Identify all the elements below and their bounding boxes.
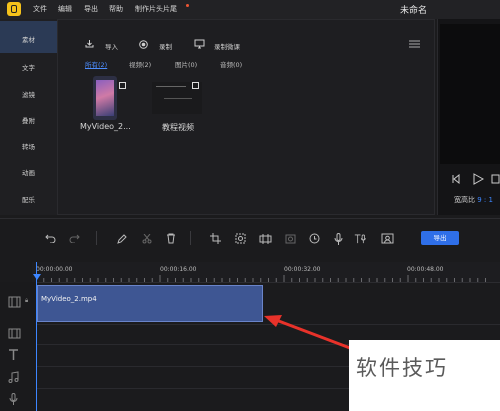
notification-dot <box>186 4 189 7</box>
duration-clock-icon[interactable] <box>308 232 321 245</box>
sidebar-item-overlays[interactable]: 叠附 <box>0 115 57 125</box>
menu-file[interactable]: 文件 <box>33 4 47 14</box>
time-tick-0: 00:00:00.00 <box>36 266 73 273</box>
select-checkbox-icon[interactable] <box>192 82 199 89</box>
media-name-tutorial: 教程视频 <box>162 123 194 132</box>
pen-edit-icon[interactable] <box>115 232 128 245</box>
export-button[interactable]: 导出 <box>421 231 459 245</box>
list-view-icon[interactable] <box>409 40 420 50</box>
video-clip[interactable] <box>37 285 263 322</box>
import-icon[interactable] <box>85 40 94 50</box>
app-logo <box>7 2 21 16</box>
music-track-icon <box>8 371 19 385</box>
time-tick-3: 00:00:48.00 <box>407 266 444 273</box>
filter-image[interactable]: 图片(0) <box>175 59 197 69</box>
time-tick-1: 00:00:16.00 <box>160 266 197 273</box>
crop-icon[interactable] <box>209 232 222 245</box>
trash-icon[interactable] <box>164 232 177 245</box>
zoom-frame-icon[interactable] <box>234 232 247 245</box>
record-icon[interactable] <box>139 40 148 51</box>
record-button[interactable]: 录制 <box>159 41 172 51</box>
stop-icon[interactable] <box>491 174 500 186</box>
overlay-track-icon <box>8 328 21 341</box>
menu-intro-outro[interactable]: 制作片头片尾 <box>135 4 177 14</box>
playhead-handle[interactable] <box>33 274 41 280</box>
play-icon[interactable] <box>473 173 485 187</box>
menu-help[interactable]: 帮助 <box>109 4 123 14</box>
mosaic-icon[interactable] <box>259 232 272 245</box>
ruler-ticks <box>36 275 486 282</box>
track-lock-icon[interactable]: 🔒︎ <box>25 297 28 305</box>
aspect-ratio-value[interactable]: 9 : 1 <box>477 196 493 204</box>
text-track-icon <box>8 349 19 362</box>
sidebar-item-media[interactable]: 素材 <box>0 34 57 44</box>
prev-frame-icon[interactable] <box>452 173 462 186</box>
import-button[interactable]: 导入 <box>105 41 118 51</box>
picture-in-picture-icon[interactable] <box>381 232 394 245</box>
voiceover-track-icon <box>9 393 18 407</box>
scissors-icon[interactable] <box>140 232 153 245</box>
media-name-myvideo: MyVideo_2... <box>80 122 131 131</box>
aspect-ratio-label: 宽高比 <box>454 196 475 204</box>
sidebar-item-animations[interactable]: 动画 <box>0 167 57 177</box>
filter-all[interactable]: 所有(2) <box>85 59 107 69</box>
time-tick-2: 00:00:32.00 <box>284 266 321 273</box>
sidebar-item-transitions[interactable]: 转场 <box>0 141 57 151</box>
menu-edit[interactable]: 编辑 <box>58 4 72 14</box>
menu-export[interactable]: 导出 <box>84 4 98 14</box>
preview-screen <box>440 24 500 164</box>
video-track-icon <box>8 296 21 310</box>
playhead[interactable] <box>36 262 37 411</box>
speech-to-text-icon[interactable] <box>354 232 367 245</box>
record-lesson-button[interactable]: 录制微课 <box>214 41 240 51</box>
freeze-frame-icon[interactable] <box>284 232 297 245</box>
sidebar-item-text[interactable]: 文字 <box>0 62 57 72</box>
sidebar-item-filters[interactable]: 滤镜 <box>0 89 57 99</box>
filter-audio[interactable]: 音频(0) <box>220 59 242 69</box>
annotation-arrow-icon <box>264 315 351 350</box>
toolbar-divider <box>96 231 97 245</box>
media-thumb-myvideo[interactable] <box>93 76 117 120</box>
sidebar-item-music[interactable]: 配乐 <box>0 194 57 204</box>
record-lesson-icon[interactable] <box>194 39 205 51</box>
undo-icon[interactable] <box>44 232 57 245</box>
clip-name: MyVideo_2.mp4 <box>41 295 97 303</box>
watermark-text: 软件技巧 <box>356 356 448 380</box>
select-checkbox-icon[interactable] <box>119 82 126 89</box>
aspect-ratio: 宽高比 9 : 1 <box>454 195 493 205</box>
voiceover-mic-icon[interactable] <box>332 232 345 245</box>
document-title: 未命名 <box>400 6 428 16</box>
redo-icon[interactable] <box>68 232 81 245</box>
filter-video[interactable]: 视频(2) <box>129 59 151 69</box>
toolbar-divider <box>190 231 191 245</box>
